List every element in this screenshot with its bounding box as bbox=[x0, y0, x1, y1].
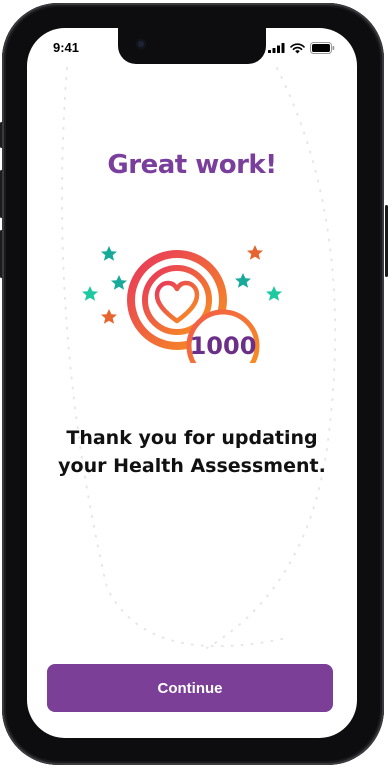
background-dotted-arcs bbox=[61, 67, 337, 649]
front-camera bbox=[136, 39, 146, 49]
battery-icon bbox=[310, 42, 335, 54]
message-line-2: your Health Assessment. bbox=[58, 455, 326, 477]
points-value: 1000 bbox=[190, 332, 257, 360]
app-screen: 9:41 Great work! 1000 Thank you for upda… bbox=[27, 28, 357, 738]
continue-button[interactable]: Continue bbox=[47, 664, 333, 712]
star-icon bbox=[247, 245, 263, 260]
page-title: Great work! bbox=[107, 150, 277, 180]
phone-device: 9:41 Great work! 1000 Thank you for upda… bbox=[0, 0, 388, 768]
star-icon bbox=[101, 309, 117, 324]
camera-notch bbox=[118, 28, 266, 64]
cellular-signal-icon bbox=[268, 43, 285, 53]
star-icon bbox=[82, 286, 98, 301]
star-icon bbox=[266, 286, 282, 301]
star-icon bbox=[111, 275, 127, 290]
points-coin: 1000 bbox=[186, 309, 260, 363]
confirmation-message: Thank you for updating your Health Asses… bbox=[37, 424, 347, 480]
message-line-1: Thank you for updating bbox=[66, 427, 318, 449]
star-icon bbox=[235, 273, 251, 288]
points-badge-illustration: 1000 bbox=[82, 245, 282, 363]
status-icons bbox=[268, 42, 335, 54]
star-icon bbox=[101, 246, 117, 261]
status-time: 9:41 bbox=[53, 40, 80, 55]
wifi-icon bbox=[290, 42, 305, 53]
